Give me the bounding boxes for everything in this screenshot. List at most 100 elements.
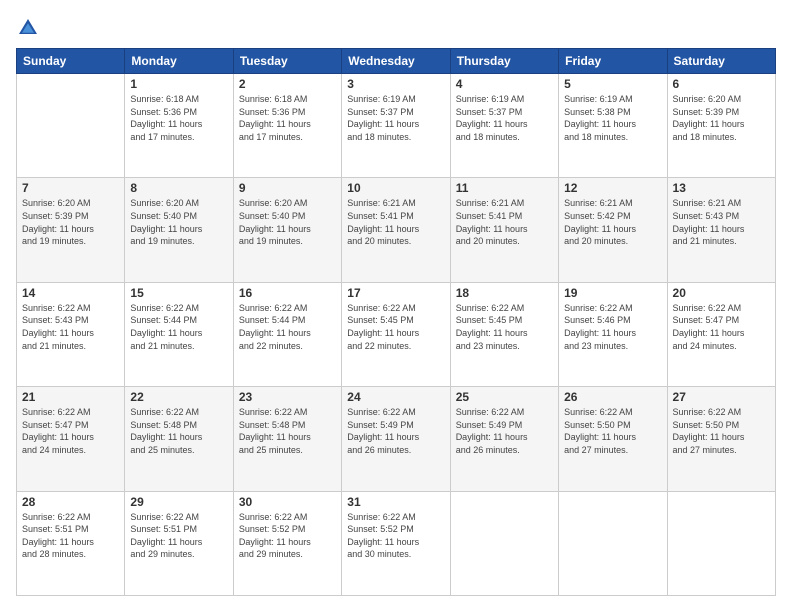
day-number: 22	[130, 390, 227, 404]
cell-info: Sunrise: 6:22 AMSunset: 5:51 PMDaylight:…	[22, 511, 119, 561]
table-row: 21Sunrise: 6:22 AMSunset: 5:47 PMDayligh…	[17, 387, 125, 491]
table-row: 6 Sunrise: 6:20 AMSunset: 5:39 PMDaylight…	[667, 74, 775, 178]
day-number: 26	[564, 390, 661, 404]
cell-info: Sunrise: 6:22 AMSunset: 5:46 PMDaylight:…	[564, 302, 661, 352]
cell-info: Sunrise: 6:22 AMSunset: 5:50 PMDaylight:…	[673, 406, 770, 456]
day-number: 20	[673, 286, 770, 300]
table-row	[667, 491, 775, 595]
cell-info: Sunrise: 6:22 AMSunset: 5:51 PMDaylight:…	[130, 511, 227, 561]
table-row: 4Sunrise: 6:19 AMSunset: 5:37 PMDaylight…	[450, 74, 558, 178]
day-number: 15	[130, 286, 227, 300]
table-row: 20 Sunrise: 6:22 AMSunset: 5:47 PMDayligh…	[667, 282, 775, 386]
day-number: 7	[22, 181, 119, 195]
table-row: 5 Sunrise: 6:19 AMSunset: 5:38 PMDaylight…	[559, 74, 667, 178]
table-row: 31 Sunrise: 6:22 AMSunset: 5:52 PMDayligh…	[342, 491, 450, 595]
day-number: 1	[130, 77, 227, 91]
cell-info: Sunrise: 6:22 AMSunset: 5:45 PMDaylight:…	[347, 302, 444, 352]
table-row: 9 Sunrise: 6:20 AMSunset: 5:40 PMDaylight…	[233, 178, 341, 282]
day-number: 4	[456, 77, 553, 91]
col-tuesday: Tuesday	[233, 49, 341, 74]
table-row: 18 Sunrise: 6:22 AMSunset: 5:45 PMDayligh…	[450, 282, 558, 386]
cell-info: Sunrise: 6:22 AMSunset: 5:47 PMDaylight:…	[673, 302, 770, 352]
table-row: 22 Sunrise: 6:22 AMSunset: 5:48 PMDayligh…	[125, 387, 233, 491]
cell-info: Sunrise: 6:22 AMSunset: 5:52 PMDaylight:…	[347, 511, 444, 561]
table-row: 12Sunrise: 6:21 AMSunset: 5:42 PMDayligh…	[559, 178, 667, 282]
day-number: 10	[347, 181, 444, 195]
cell-info: Sunrise: 6:20 AMSunset: 5:40 PMDaylight:…	[130, 197, 227, 247]
day-number: 30	[239, 495, 336, 509]
calendar: Sunday Monday Tuesday Wednesday Thursday…	[16, 48, 776, 596]
table-row	[559, 491, 667, 595]
table-row: 16 Sunrise: 6:22 AMSunset: 5:44 PMDayligh…	[233, 282, 341, 386]
table-row: 24 Sunrise: 6:22 AMSunset: 5:49 PMDayligh…	[342, 387, 450, 491]
cell-info: Sunrise: 6:22 AMSunset: 5:48 PMDaylight:…	[130, 406, 227, 456]
day-number: 11	[456, 181, 553, 195]
cell-info: Sunrise: 6:21 AMSunset: 5:41 PMDaylight:…	[347, 197, 444, 247]
page: Sunday Monday Tuesday Wednesday Thursday…	[0, 0, 792, 612]
day-number: 2	[239, 77, 336, 91]
cell-info: Sunrise: 6:19 AMSunset: 5:37 PMDaylight:…	[347, 93, 444, 143]
table-row	[450, 491, 558, 595]
table-row: 3 Sunrise: 6:19 AMSunset: 5:37 PMDaylight…	[342, 74, 450, 178]
table-row: 30 Sunrise: 6:22 AMSunset: 5:52 PMDayligh…	[233, 491, 341, 595]
cell-info: Sunrise: 6:22 AMSunset: 5:44 PMDaylight:…	[239, 302, 336, 352]
table-row: 15 Sunrise: 6:22 AMSunset: 5:44 PMDayligh…	[125, 282, 233, 386]
cell-info: Sunrise: 6:22 AMSunset: 5:52 PMDaylight:…	[239, 511, 336, 561]
table-row: 11 Sunrise: 6:21 AMSunset: 5:41 PMDayligh…	[450, 178, 558, 282]
table-row: 8 Sunrise: 6:20 AMSunset: 5:40 PMDaylight…	[125, 178, 233, 282]
day-number: 21	[22, 390, 119, 404]
table-row: 29 Sunrise: 6:22 AMSunset: 5:51 PMDayligh…	[125, 491, 233, 595]
table-row: 17 Sunrise: 6:22 AMSunset: 5:45 PMDayligh…	[342, 282, 450, 386]
calendar-header-row: Sunday Monday Tuesday Wednesday Thursday…	[17, 49, 776, 74]
cell-info: Sunrise: 6:20 AMSunset: 5:39 PMDaylight:…	[673, 93, 770, 143]
table-row: 10 Sunrise: 6:21 AMSunset: 5:41 PMDayligh…	[342, 178, 450, 282]
day-number: 24	[347, 390, 444, 404]
day-number: 17	[347, 286, 444, 300]
day-number: 13	[673, 181, 770, 195]
table-row: 19 Sunrise: 6:22 AMSunset: 5:46 PMDayligh…	[559, 282, 667, 386]
day-number: 25	[456, 390, 553, 404]
day-number: 31	[347, 495, 444, 509]
cell-info: Sunrise: 6:22 AMSunset: 5:44 PMDaylight:…	[130, 302, 227, 352]
cell-info: Sunrise: 6:22 AMSunset: 5:43 PMDaylight:…	[22, 302, 119, 352]
table-row: 13 Sunrise: 6:21 AMSunset: 5:43 PMDayligh…	[667, 178, 775, 282]
day-number: 28	[22, 495, 119, 509]
day-number: 3	[347, 77, 444, 91]
day-number: 23	[239, 390, 336, 404]
cell-info: Sunrise: 6:21 AMSunset: 5:41 PMDaylight:…	[456, 197, 553, 247]
col-thursday: Thursday	[450, 49, 558, 74]
table-row: 2 Sunrise: 6:18 AMSunset: 5:36 PMDaylight…	[233, 74, 341, 178]
table-row: 27 Sunrise: 6:22 AMSunset: 5:50 PMDayligh…	[667, 387, 775, 491]
table-row: 7 Sunrise: 6:20 AMSunset: 5:39 PMDaylight…	[17, 178, 125, 282]
col-monday: Monday	[125, 49, 233, 74]
cell-info: Sunrise: 6:20 AMSunset: 5:39 PMDaylight:…	[22, 197, 119, 247]
day-number: 5	[564, 77, 661, 91]
cell-info: Sunrise: 6:22 AMSunset: 5:49 PMDaylight:…	[347, 406, 444, 456]
cell-info: Sunrise: 6:18 AMSunset: 5:36 PMDaylight:…	[130, 93, 227, 143]
cell-info: Sunrise: 6:18 AMSunset: 5:36 PMDaylight:…	[239, 93, 336, 143]
col-friday: Friday	[559, 49, 667, 74]
cell-info: Sunrise: 6:19 AMSunset: 5:38 PMDaylight:…	[564, 93, 661, 143]
col-saturday: Saturday	[667, 49, 775, 74]
col-sunday: Sunday	[17, 49, 125, 74]
cell-info: Sunrise: 6:20 AMSunset: 5:40 PMDaylight:…	[239, 197, 336, 247]
calendar-week-row: 7 Sunrise: 6:20 AMSunset: 5:39 PMDaylight…	[17, 178, 776, 282]
table-row: 25Sunrise: 6:22 AMSunset: 5:49 PMDayligh…	[450, 387, 558, 491]
day-number: 6	[673, 77, 770, 91]
day-number: 18	[456, 286, 553, 300]
calendar-week-row: 1 Sunrise: 6:18 AMSunset: 5:36 PMDaylight…	[17, 74, 776, 178]
day-number: 16	[239, 286, 336, 300]
calendar-week-row: 14Sunrise: 6:22 AMSunset: 5:43 PMDayligh…	[17, 282, 776, 386]
cell-info: Sunrise: 6:21 AMSunset: 5:43 PMDaylight:…	[673, 197, 770, 247]
day-number: 9	[239, 181, 336, 195]
table-row	[17, 74, 125, 178]
header	[16, 16, 776, 40]
day-number: 29	[130, 495, 227, 509]
day-number: 19	[564, 286, 661, 300]
col-wednesday: Wednesday	[342, 49, 450, 74]
day-number: 27	[673, 390, 770, 404]
cell-info: Sunrise: 6:22 AMSunset: 5:45 PMDaylight:…	[456, 302, 553, 352]
table-row: 28 Sunrise: 6:22 AMSunset: 5:51 PMDayligh…	[17, 491, 125, 595]
cell-info: Sunrise: 6:22 AMSunset: 5:50 PMDaylight:…	[564, 406, 661, 456]
day-number: 8	[130, 181, 227, 195]
